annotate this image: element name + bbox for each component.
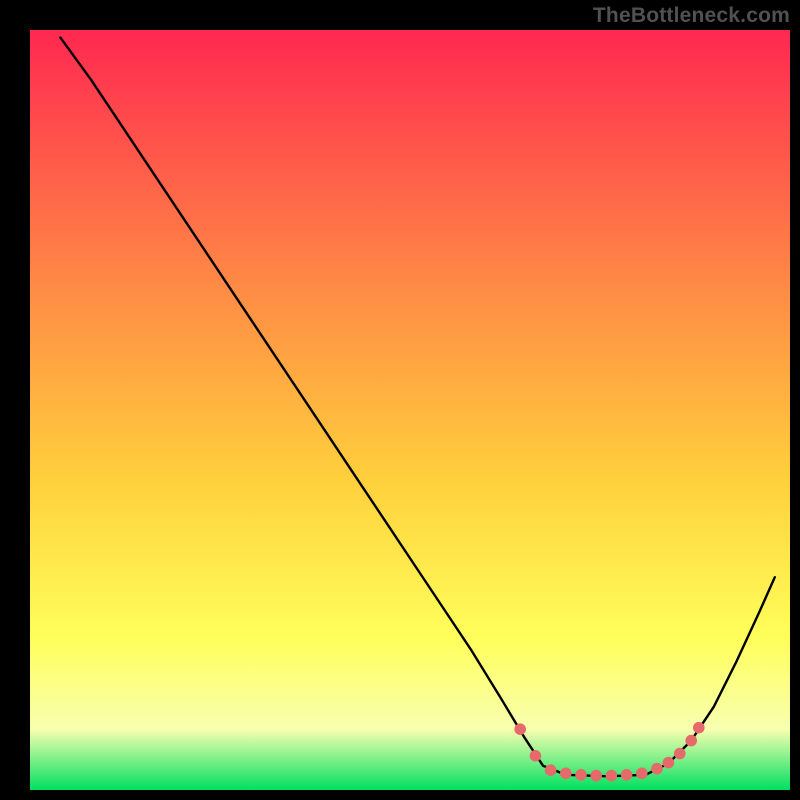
flat-zone-dot — [621, 769, 633, 781]
bottleneck-chart — [0, 0, 800, 800]
flat-zone-dot — [636, 768, 648, 780]
flat-zone-dot — [590, 770, 602, 782]
flat-zone-dot — [530, 750, 542, 762]
watermark-text: TheBottleneck.com — [593, 4, 790, 28]
flat-zone-dot — [560, 768, 572, 780]
flat-zone-dot — [685, 735, 697, 747]
plot-background — [30, 30, 790, 790]
flat-zone-dot — [575, 769, 587, 781]
flat-zone-dot — [651, 763, 663, 775]
flat-zone-dot — [606, 770, 618, 782]
flat-zone-dot — [693, 722, 705, 734]
flat-zone-dot — [674, 748, 686, 760]
flat-zone-dot — [545, 764, 557, 776]
flat-zone-dot — [514, 723, 526, 735]
flat-zone-dot — [663, 757, 675, 769]
